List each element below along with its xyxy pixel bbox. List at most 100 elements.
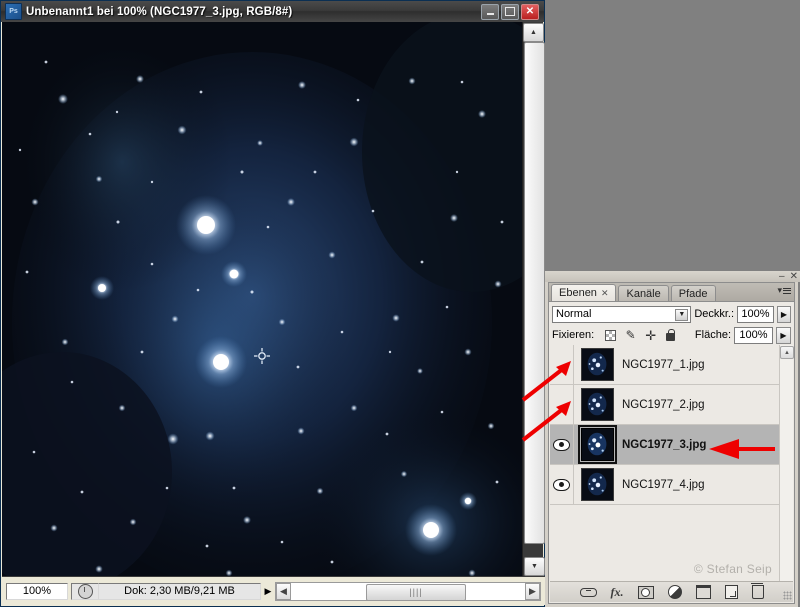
close-button[interactable]: ✕ (521, 3, 539, 20)
layer-thumbnail (580, 468, 614, 501)
layer-thumbnail-cell-3[interactable] (574, 425, 620, 464)
tab-close-icon[interactable]: ✕ (601, 288, 609, 299)
layers-panel-toolbar: fx. (550, 581, 793, 602)
panel-close-button[interactable]: ✕ (790, 271, 798, 282)
layer-name-4: NGC1977_4.jpg (622, 478, 705, 491)
scroll-down-button[interactable]: ▼ (524, 557, 545, 576)
horizontal-scroll-track[interactable]: |||| (291, 582, 525, 601)
thumbnail-image (581, 389, 613, 420)
layer-row-1[interactable]: NGC1977_1.jpg (550, 345, 793, 385)
opacity-label: Deckkr.: (694, 308, 735, 320)
panel-title-bar[interactable]: – ✕ (545, 271, 800, 282)
document-status-bar: 100% Dok: 2,30 MB/9,21 MB ▶ ◀ |||| ▶ (2, 576, 545, 605)
vertical-scroll-thumb[interactable] (524, 42, 545, 544)
fill-label: Fläche: (694, 329, 731, 341)
blend-mode-row: Normal ▼ Deckkr.: 100% ▶ (549, 302, 794, 324)
tab-ebenen[interactable]: Ebenen ✕ (551, 284, 617, 301)
layer-thumbnail (580, 348, 614, 381)
layer-list[interactable]: NGC1977_1.jpg NGC1977_2.jpg NGC1977_3.jp… (550, 345, 793, 583)
link-layers-icon[interactable] (579, 585, 597, 599)
layer-thumbnail (577, 425, 617, 464)
layer-visibility-toggle-2[interactable] (550, 385, 574, 424)
panel-collapse-button[interactable]: – (779, 271, 785, 282)
document-title: Unbenannt1 bei 100% (NGC1977_3.jpg, RGB/… (26, 5, 293, 18)
layer-list-scrollbar[interactable]: ▲ (779, 345, 794, 583)
layer-thumbnail-cell-1[interactable] (574, 348, 620, 381)
menu-bars-icon (783, 287, 791, 294)
scroll-left-button[interactable]: ◀ (276, 582, 291, 600)
zoom-level-field[interactable]: 100% (6, 582, 68, 600)
panel-menu-icon[interactable]: ▾ (777, 285, 791, 296)
lock-all-icon[interactable] (664, 328, 677, 342)
canvas-horizontal-scrollbar[interactable]: ◀ |||| ▶ (275, 581, 541, 601)
blend-mode-value: Normal (556, 308, 592, 320)
scroll-up-button[interactable]: ▲ (523, 23, 544, 42)
layer-thumbnail-cell-2[interactable] (574, 388, 620, 421)
tab-kanaele-label: Kanäle (626, 287, 661, 300)
window-controls: ✕ (481, 3, 539, 20)
lock-position-icon[interactable]: ✛ (644, 329, 657, 342)
layer-row-4[interactable]: NGC1977_4.jpg (550, 465, 793, 505)
close-icon: ✕ (525, 5, 535, 17)
layer-thumbnail (580, 388, 614, 421)
layer-name-1: NGC1977_1.jpg (622, 358, 705, 371)
eye-icon[interactable] (553, 438, 570, 451)
lock-image-icon[interactable]: ✎ (624, 328, 637, 342)
layer-visibility-toggle-1[interactable] (550, 345, 574, 384)
layer-name-2: NGC1977_2.jpg (622, 398, 705, 411)
document-titlebar[interactable]: Unbenannt1 bei 100% (NGC1977_3.jpg, RGB/… (1, 1, 544, 22)
opacity-input[interactable]: 100% (737, 305, 774, 323)
layer-name-3: NGC1977_3.jpg (622, 438, 707, 451)
photoshop-icon (5, 3, 22, 20)
thumbnail-image (581, 349, 613, 380)
panel-body: Ebenen ✕ Kanäle Pfade ▾ Normal ▼ Deckkr.… (548, 282, 795, 604)
minimize-button[interactable] (481, 3, 499, 20)
layer-visibility-toggle-4[interactable] (550, 465, 574, 504)
tab-pfade[interactable]: Pfade (670, 285, 716, 301)
clock-icon (77, 583, 93, 599)
document-window: Unbenannt1 bei 100% (NGC1977_3.jpg, RGB/… (0, 0, 545, 607)
lock-label: Fixieren: (552, 329, 595, 341)
fill-input[interactable]: 100% (734, 326, 773, 344)
new-group-icon[interactable] (695, 585, 711, 599)
thumbnail-image (581, 429, 613, 460)
image-canvas[interactable] (2, 22, 523, 578)
layer-list-scroll-up-button[interactable]: ▲ (780, 346, 794, 359)
blend-mode-select[interactable]: Normal ▼ (552, 305, 692, 323)
chevron-down-icon: ▾ (777, 285, 782, 295)
nebula-starfield-image (2, 22, 523, 578)
horizontal-scroll-thumb[interactable]: |||| (365, 583, 467, 601)
scroll-right-button[interactable]: ▶ (525, 582, 540, 600)
adjustment-layer-icon[interactable] (667, 585, 682, 599)
status-expand-arrow[interactable]: ▶ (261, 586, 275, 597)
layer-row-3[interactable]: NGC1977_3.jpg (550, 425, 793, 465)
crosshair-target-cursor (254, 348, 270, 364)
canvas-vertical-scrollbar[interactable]: ▲ ▼ (522, 22, 545, 578)
layer-visibility-toggle-3[interactable] (550, 425, 574, 464)
fill-slider-arrow[interactable]: ▶ (776, 326, 791, 344)
new-layer-icon[interactable] (724, 585, 738, 599)
tab-pfade-label: Pfade (678, 287, 708, 300)
layer-thumbnail-cell-4[interactable] (574, 468, 620, 501)
layers-panel: – ✕ Ebenen ✕ Kanäle Pfade ▾ Normal ▼ Dec… (545, 271, 800, 607)
copyright-watermark: © Stefan Seip (693, 562, 772, 576)
fill-group: Fläche: 100% ▶ (694, 326, 791, 344)
delete-layer-icon[interactable] (750, 583, 764, 599)
thumbnail-image (581, 469, 613, 500)
opacity-slider-arrow[interactable]: ▶ (776, 305, 791, 323)
lock-transparency-icon[interactable] (604, 329, 617, 342)
layer-row-2[interactable]: NGC1977_2.jpg (550, 385, 793, 425)
layer-style-fx-icon[interactable]: fx. (611, 585, 624, 599)
panel-resize-grip[interactable] (783, 591, 792, 600)
lock-icon-group: ✎ ✛ (604, 328, 677, 342)
chevron-down-icon[interactable]: ▼ (675, 308, 689, 321)
maximize-button[interactable] (501, 3, 519, 20)
timing-icon-button[interactable] (71, 582, 99, 600)
tab-ebenen-label: Ebenen (559, 287, 597, 299)
layer-mask-icon[interactable] (637, 585, 654, 599)
tab-kanaele[interactable]: Kanäle (618, 285, 669, 301)
lock-row: Fixieren: ✎ ✛ Fläche: 100% ▶ (549, 324, 794, 345)
panel-tab-strip: Ebenen ✕ Kanäle Pfade ▾ (549, 283, 794, 302)
document-size-status: Dok: 2,30 MB/9,21 MB (99, 582, 261, 600)
eye-icon[interactable] (553, 478, 570, 491)
